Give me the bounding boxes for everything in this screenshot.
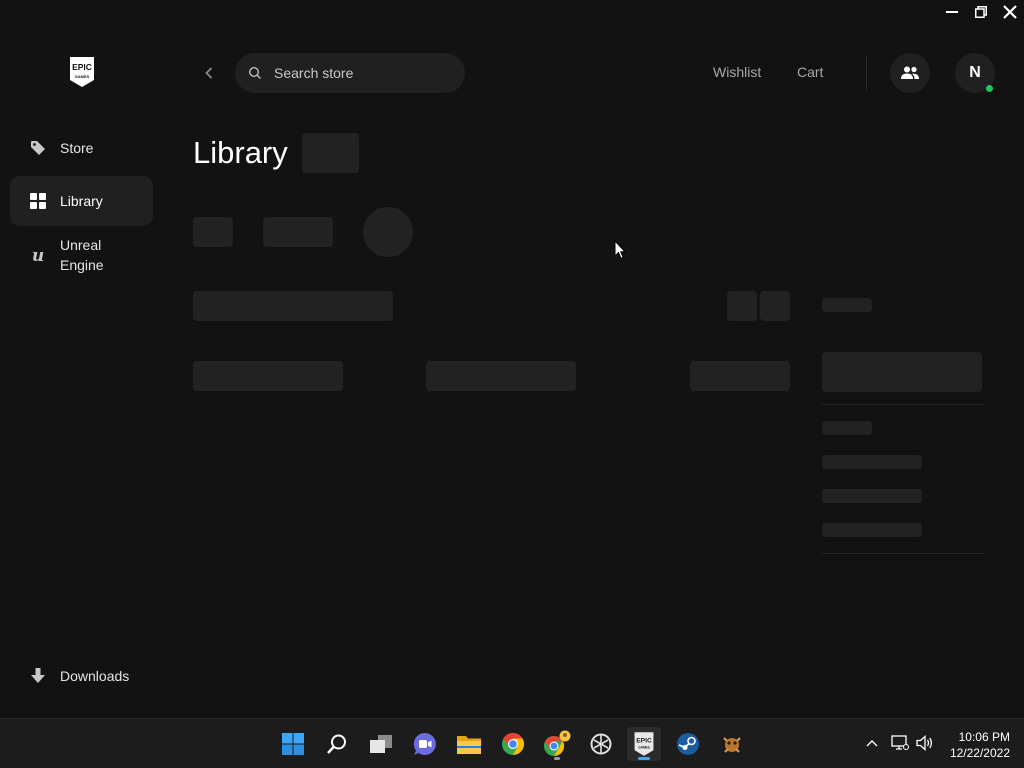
taskbar-clock[interactable]: 10:06 PM 12/22/2022 [950,729,1010,761]
sidebar-item-downloads[interactable]: Downloads [10,656,153,696]
teams-chat-icon [413,732,436,755]
chevron-left-icon [205,67,213,79]
steam-button[interactable] [671,727,705,761]
network-button[interactable] [890,733,910,753]
restore-icon [974,6,987,18]
steam-icon [677,733,699,755]
close-icon [1002,5,1017,19]
tag-icon [22,140,54,156]
grid-icon [22,193,54,209]
filter-panel-title-placeholder [822,298,872,312]
back-button[interactable] [200,64,218,82]
running-indicator [554,757,560,760]
filter-placeholder [263,217,333,247]
clock-time: 10:06 PM [958,730,1010,744]
header-divider [866,56,867,90]
file-explorer-icon [457,736,481,754]
list-header-placeholder [426,361,576,391]
epic-games-launcher-window: EPIC GAMES Store Library u Unreal Engine… [0,0,1024,718]
svg-text:GAMES: GAMES [75,74,90,79]
filter-search-placeholder [822,352,982,392]
mouse-cursor-icon [614,240,626,260]
app-icon [590,733,612,755]
search-bar[interactable] [235,53,465,93]
avatar-initial: N [969,64,981,81]
task-view-button[interactable] [364,727,398,761]
view-toggle-placeholder [727,291,757,321]
svg-text:EPIC: EPIC [72,62,92,72]
chrome-icon [502,733,524,755]
windows-taskbar: EPIC GAMES 10:06 PM 12/22/2022 [0,718,1024,768]
network-icon [891,735,909,750]
teams-chat-button[interactable] [408,727,442,761]
game-button[interactable] [715,727,749,761]
filter-option-placeholder [822,455,922,469]
minimize-button[interactable] [937,0,966,24]
svg-text:GAMES: GAMES [638,746,649,750]
sidebar-item-label: Store [60,140,94,156]
page-title: Library [193,135,288,170]
view-toggle-placeholder [760,291,790,321]
filter-divider [822,404,984,405]
unreal-engine-icon: u [22,246,54,264]
restore-button[interactable] [966,0,995,24]
chrome-profile-button[interactable] [540,727,574,761]
sidebar-item-label: Library [60,193,103,209]
friends-icon [901,66,919,79]
title-count-placeholder [302,133,359,173]
search-input[interactable] [274,65,444,81]
epic-games-icon: EPIC GAMES [634,732,654,756]
filter-option-placeholder [822,523,922,537]
clock-date: 12/22/2022 [949,746,1010,760]
friends-button[interactable] [890,53,930,93]
volume-button[interactable] [915,733,935,753]
window-controls [937,0,1024,24]
filter-option-placeholder [822,489,922,503]
sidebar-item-label: Unreal Engine [60,237,104,273]
sidebar-item-label: Downloads [60,668,130,684]
list-header-placeholder [690,361,790,391]
app-button[interactable] [584,727,618,761]
start-button[interactable] [276,727,310,761]
epic-games-logo[interactable]: EPIC GAMES [68,56,96,88]
epic-games-logo-icon: EPIC GAMES [70,57,94,87]
filter-placeholder [193,217,233,247]
download-icon [22,668,54,684]
chrome-profile-icon [544,730,571,757]
game-icon [723,737,741,753]
filter-group-title-placeholder [822,421,872,435]
chrome-button[interactable] [496,727,530,761]
close-button[interactable] [995,0,1024,24]
refresh-placeholder [363,207,413,257]
online-status-indicator [986,85,993,92]
svg-text:u: u [32,246,44,264]
filter-divider [822,553,984,554]
active-indicator [638,757,650,760]
taskbar-search-button[interactable] [320,727,354,761]
start-icon [282,733,304,755]
sidebar-item-library[interactable]: Library [10,176,153,226]
epic-games-taskbar-button[interactable]: EPIC GAMES [627,727,661,761]
cart-link[interactable]: Cart [797,64,823,80]
wishlist-link[interactable]: Wishlist [713,64,761,80]
minimize-icon [945,11,958,13]
sidebar-item-unreal-engine[interactable]: u Unreal Engine [10,232,153,278]
svg-text:EPIC: EPIC [636,737,652,744]
show-hidden-icons-button[interactable] [862,733,882,753]
file-explorer-button[interactable] [452,727,486,761]
speaker-icon [916,735,933,751]
sidebar-item-store[interactable]: Store [10,128,153,168]
sort-placeholder [193,291,393,321]
task-view-icon [370,735,392,753]
list-header-placeholder [193,361,343,391]
search-icon [327,734,346,754]
chevron-up-icon [866,740,878,747]
search-icon [248,66,261,79]
